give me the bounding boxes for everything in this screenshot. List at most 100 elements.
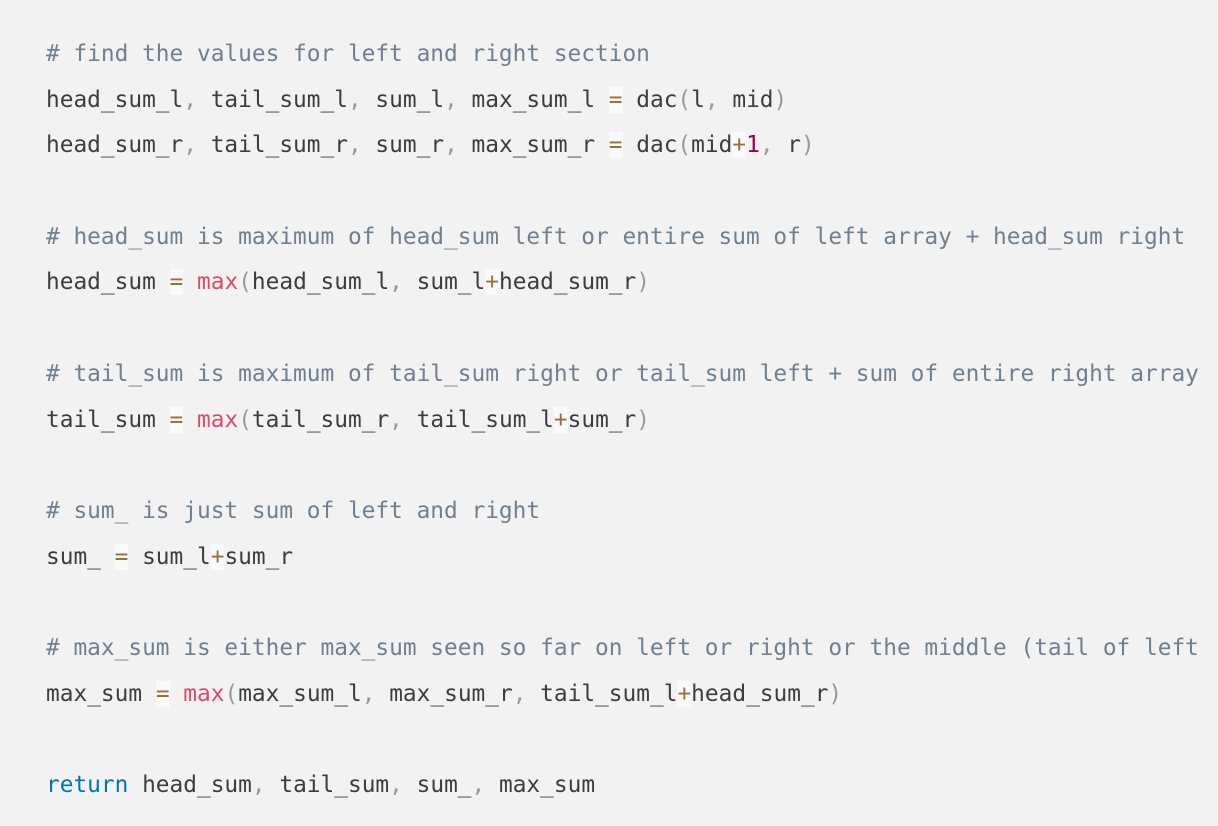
code-text: dac	[622, 132, 678, 159]
code-text: max_sum_r	[457, 132, 609, 159]
code-punctuation: ,	[704, 86, 719, 113]
code-punctuation: ,	[759, 132, 774, 159]
code-punctuation: ,	[183, 132, 197, 159]
code-text: max_sum_r	[375, 680, 513, 707]
code-keyword: return	[46, 772, 129, 798]
code-punctuation: ,	[512, 680, 527, 707]
code-punctuation: ,	[183, 86, 197, 113]
code-operator: =	[155, 680, 170, 707]
code-text: head_sum	[128, 772, 252, 798]
code-punctuation: ,	[471, 772, 486, 798]
code-line: tail_sum = max(tail_sum_r, tail_sum_l+su…	[46, 398, 1199, 444]
code-punctuation: ,	[251, 772, 266, 798]
code-text: max_sum_l	[238, 680, 362, 707]
code-line: head_sum_r, tail_sum_r, sum_r, max_sum_r…	[46, 123, 1199, 169]
code-operator: +	[677, 680, 692, 707]
code-operator: +	[210, 543, 225, 570]
code-punctuation: )	[636, 406, 650, 433]
code-block: # find the values for left and right sec…	[46, 32, 1199, 809]
code-text: max_sum_l	[457, 86, 609, 113]
code-comment: # max_sum is either max_sum seen so far …	[46, 634, 1199, 661]
code-operator: =	[608, 132, 623, 159]
code-text: r	[773, 132, 801, 159]
code-text: max_sum	[485, 772, 596, 798]
code-punctuation: ,	[389, 406, 403, 433]
code-text: tail_sum_l	[196, 86, 348, 113]
code-text: sum_r	[567, 406, 637, 433]
code-punctuation: ,	[347, 86, 362, 113]
code-punctuation: ,	[347, 132, 362, 159]
code-line: max_sum = max(max_sum_l, max_sum_r, tail…	[46, 672, 1199, 718]
code-punctuation: )	[801, 132, 815, 159]
code-operator: =	[608, 86, 623, 113]
code-line: head_sum_l, tail_sum_l, sum_l, max_sum_l…	[46, 78, 1199, 124]
code-punctuation: ,	[444, 132, 458, 159]
code-operator: +	[732, 132, 747, 159]
code-punctuation: )	[828, 680, 843, 707]
code-text: dac	[622, 86, 678, 113]
code-text: sum_l	[402, 269, 486, 296]
code-punctuation: (	[224, 680, 239, 707]
code-comment: # tail_sum is maximum of tail_sum right …	[46, 360, 1199, 387]
code-text: head_sum_l	[251, 269, 390, 296]
code-punctuation: ,	[361, 680, 376, 707]
code-punctuation: (	[677, 86, 692, 113]
code-punctuation: ,	[389, 772, 403, 798]
code-line: head_sum = max(head_sum_l, sum_l+head_su…	[46, 260, 1199, 306]
code-line: # find the values for left and right sec…	[46, 32, 1199, 78]
code-text: sum_l	[128, 543, 211, 570]
code-punctuation: (	[677, 132, 692, 159]
code-text: sum_r	[224, 543, 294, 570]
code-text: head_sum_l	[46, 86, 184, 113]
code-text: l	[691, 86, 705, 113]
code-text: sum_l	[361, 86, 445, 113]
code-operator: +	[553, 406, 568, 433]
code-operator: +	[485, 269, 499, 296]
code-text: head_sum_r	[46, 132, 184, 159]
code-builtin: max	[183, 680, 225, 707]
code-operator: =	[169, 269, 184, 296]
code-text: mid	[718, 86, 774, 113]
code-text: mid	[691, 132, 733, 159]
code-punctuation: )	[636, 269, 650, 296]
code-line: # sum_ is just sum of left and right	[46, 489, 1199, 535]
code-text: tail_sum	[46, 406, 170, 433]
code-punctuation: (	[238, 406, 252, 433]
code-operator: =	[169, 406, 184, 433]
code-text: head_sum_r	[499, 269, 637, 296]
code-punctuation: ,	[444, 86, 458, 113]
code-text: tail_sum_l	[526, 680, 678, 707]
code-builtin: max	[197, 269, 239, 296]
code-text: head_sum_r	[691, 680, 829, 707]
code-builtin: max	[197, 406, 239, 433]
code-number: 1	[746, 132, 760, 159]
code-text: head_sum	[46, 269, 170, 296]
code-operator: =	[114, 543, 129, 570]
code-comment: # find the values for left and right sec…	[46, 41, 650, 67]
code-text: sum_	[46, 543, 115, 570]
code-text: sum_	[402, 772, 472, 798]
code-line: # tail_sum is maximum of tail_sum right …	[46, 352, 1199, 398]
code-text: tail_sum_r	[251, 406, 390, 433]
code-text: max_sum	[46, 680, 156, 707]
code-punctuation: )	[773, 86, 788, 113]
code-text: tail_sum	[265, 772, 390, 798]
code-text: tail_sum_l	[402, 406, 554, 433]
code-comment: # head_sum is maximum of head_sum left o…	[46, 223, 1186, 250]
code-line: # max_sum is either max_sum seen so far …	[46, 626, 1199, 672]
code-text: sum_r	[361, 132, 445, 159]
code-punctuation: (	[238, 269, 252, 296]
code-punctuation: ,	[389, 269, 403, 296]
code-comment: # sum_ is just sum of left and right	[46, 497, 541, 524]
code-line: # head_sum is maximum of head_sum left o…	[46, 215, 1199, 261]
code-text: tail_sum_r	[196, 132, 348, 159]
code-line: sum_ = sum_l+sum_r	[46, 535, 1199, 581]
